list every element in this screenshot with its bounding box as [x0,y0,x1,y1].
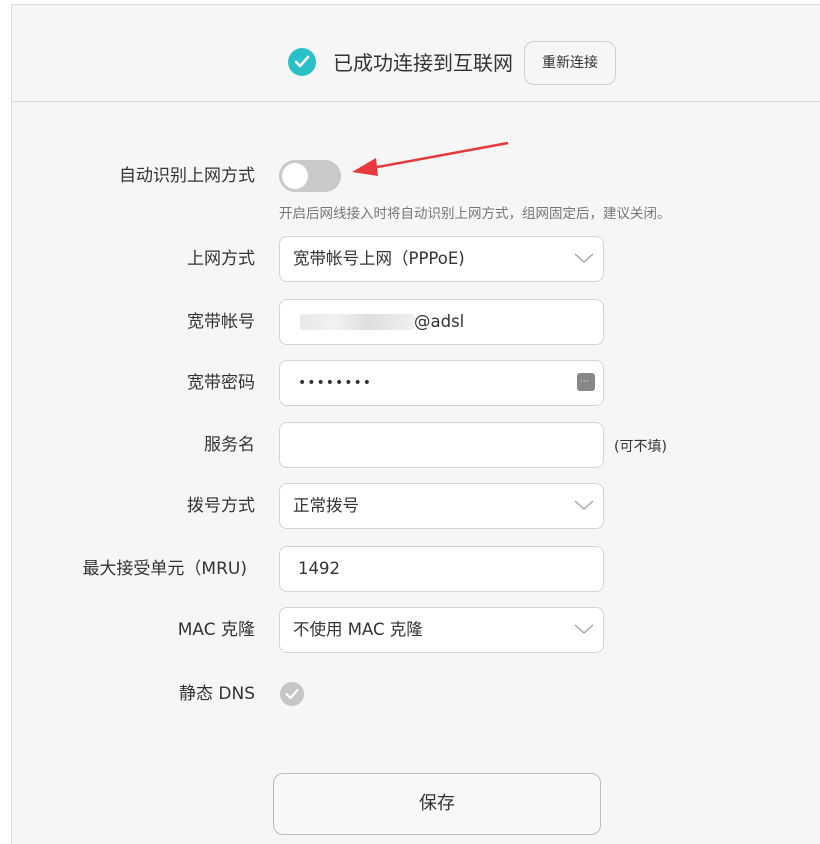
keyboard-icon[interactable]: ··· [577,373,595,391]
connection-type-label: 上网方式 [187,249,255,269]
dial-mode-value: 正常拨号 [293,496,359,515]
auto-detect-toggle[interactable] [279,160,341,192]
settings-panel: 已成功连接到互联网 重新连接 自动识别上网方式 开启后网线接入时将自动识别上网方… [11,4,820,844]
mru-value: 1492 [298,559,340,578]
mru-label: 最大接受单元（MRU) [82,559,247,579]
connection-status-header: 已成功连接到互联网 重新连接 [12,5,820,102]
chevron-down-icon [574,253,594,264]
check-icon [285,688,299,700]
mac-clone-label: MAC 克隆 [177,620,255,640]
chevron-down-icon [574,500,594,511]
save-button[interactable]: 保存 [273,773,601,835]
mru-input[interactable]: 1492 [279,546,604,592]
optional-note: (可不填) [614,439,667,455]
connection-status-text: 已成功连接到互联网 [333,51,513,75]
dial-mode-label: 拨号方式 [187,496,255,516]
connection-type-select[interactable]: 宽带帐号上网（PPPoE) [279,236,604,282]
account-suffix: @adsl [414,312,465,331]
auto-detect-hint: 开启后网线接入时将自动识别上网方式，组网固定后，建议关闭。 [279,206,671,222]
reconnect-button[interactable]: 重新连接 [524,41,616,85]
password-value: •••••••• [298,375,373,391]
connection-type-value: 宽带帐号上网（PPPoE) [293,249,465,268]
static-dns-checkbox[interactable] [280,682,304,706]
check-circle-icon [288,48,316,76]
redacted-account-text [300,314,415,330]
password-label: 宽带密码 [187,373,255,393]
dial-mode-select[interactable]: 正常拨号 [279,483,604,529]
service-name-input[interactable] [279,422,604,468]
auto-detect-label: 自动识别上网方式 [119,166,255,186]
account-label: 宽带帐号 [187,312,255,332]
mac-clone-select[interactable]: 不使用 MAC 克隆 [279,607,604,653]
service-name-label: 服务名 [204,435,255,455]
account-input[interactable]: @adsl [279,299,604,345]
mac-clone-value: 不使用 MAC 克隆 [293,620,423,639]
toggle-knob [282,163,308,189]
chevron-down-icon [574,624,594,635]
password-input[interactable]: •••••••• ··· [279,360,604,406]
static-dns-label: 静态 DNS [178,684,255,704]
